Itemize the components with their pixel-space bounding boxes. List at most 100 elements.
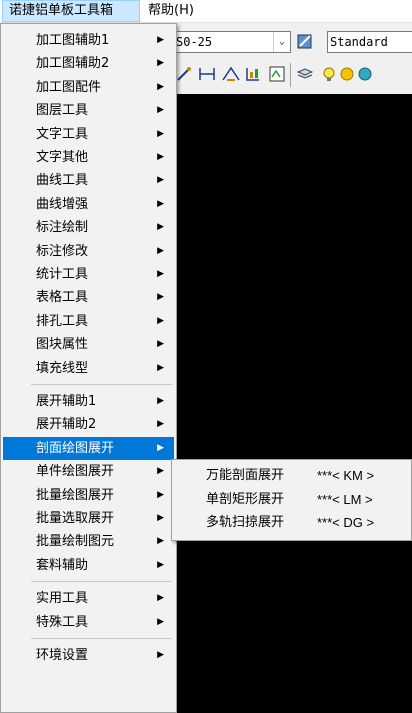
submenu-arrow-icon: ▶: [157, 513, 164, 523]
menu-separator: [31, 581, 172, 583]
light-bulb-icon[interactable]: [319, 65, 339, 85]
menu-item[interactable]: 单件绘图展开 ▶: [3, 460, 174, 483]
submenu-item[interactable]: 单剖矩形展开 ***< LM >: [174, 488, 409, 511]
menu-item-label: 加工图配件: [36, 79, 102, 95]
menu-item[interactable]: 排孔工具 ▶: [3, 310, 174, 333]
menu-item[interactable]: 环境设置 ▶: [3, 644, 174, 667]
submenu-arrow-icon: ▶: [157, 128, 164, 139]
menu-item-label: 曲线增强: [36, 196, 89, 212]
menu-item-label: 实用工具: [36, 591, 89, 607]
menu-item-label: 图层工具: [36, 103, 89, 119]
toolbar-area: S0-25 ⌄ Standard: [173, 23, 412, 94]
menu-item[interactable]: 加工图配件 ▶: [3, 76, 174, 99]
menu-item[interactable]: 剖面绘图展开 ▶: [3, 436, 174, 460]
submenu-arrow-icon: ▶: [157, 593, 164, 604]
submenu-arrow-icon: ▶: [157, 292, 164, 303]
menubar-help[interactable]: 帮助(H): [142, 0, 208, 22]
submenu-arrow-icon: ▶: [157, 175, 164, 186]
submenu-arrow-icon: ▶: [157, 396, 164, 406]
submenu-arrow-icon: ▶: [157, 650, 164, 660]
menu-item-label: 表格工具: [36, 290, 89, 306]
menu-item[interactable]: 展开辅助2 ▶: [3, 413, 174, 436]
menu-item[interactable]: 特殊工具 ▶: [3, 611, 174, 634]
submenu-arrow-icon: ▶: [157, 198, 164, 209]
menu-item[interactable]: 套料辅助 ▶: [3, 554, 174, 577]
main-dropdown-menu: 加工图辅助1 ▶ 加工图辅助2 ▶ 加工图配件 ▶ 图层工具 ▶ 文字工具 ▶ 文字其他 ▶ 曲线工具 ▶…: [0, 23, 177, 713]
submenu-arrow-icon: ▶: [157, 559, 164, 570]
menu-separator: [31, 384, 172, 385]
sun-icon[interactable]: [337, 65, 357, 85]
menu-item-label: 批量选取展开: [36, 511, 115, 526]
submenu-arrow-icon: ▶: [157, 489, 164, 500]
dim-linear-icon[interactable]: [197, 65, 217, 85]
chevron-down-icon[interactable]: ⌄: [273, 32, 290, 52]
dimstyle-combo[interactable]: S0-25 ⌄: [173, 31, 291, 53]
menu-separator: [31, 638, 172, 639]
textstyle-value: Standard: [330, 35, 388, 49]
submenu-item-label: 单剖矩形展开: [206, 491, 285, 507]
menu-item-label: 剖面绘图展开: [36, 440, 115, 456]
menu-item[interactable]: 图块属性 ▶: [3, 333, 174, 356]
menu-item-label: 环境设置: [36, 648, 89, 663]
menu-item[interactable]: 展开辅助1 ▶: [3, 390, 174, 413]
menu-item[interactable]: 曲线增强 ▶: [3, 193, 174, 216]
menu-item-label: 曲线工具: [36, 173, 89, 189]
menu-item-label: 套料辅助: [36, 557, 89, 573]
submenu-arrow-icon: ▶: [157, 81, 164, 92]
menu-item[interactable]: 加工图辅助2 ▶: [3, 52, 174, 75]
menu-item[interactable]: 批量绘图展开 ▶: [3, 484, 174, 507]
menu-item[interactable]: 标注修改 ▶: [3, 240, 174, 263]
menu-item-label: 统计工具: [36, 267, 89, 282]
text-style-icon[interactable]: [295, 32, 315, 52]
submenu-item[interactable]: 万能剖面展开 ***< KM >: [174, 464, 409, 487]
submenu-arrow-icon: ▶: [157, 105, 164, 116]
submenu-section-unfold: 万能剖面展开 ***< KM > 单剖矩形展开 ***< LM > 多轨扫掠展开 ***<…: [171, 459, 412, 541]
submenu-arrow-icon: ▶: [157, 466, 164, 477]
menu-item-label: 展开辅助1: [36, 394, 97, 409]
menu-item[interactable]: 填充线型 ▶: [3, 357, 174, 380]
submenu-arrow-icon: ▶: [157, 339, 164, 350]
submenu-arrow-icon: ▶: [157, 222, 164, 233]
submenu-item-shortcut: ***< KM >: [317, 468, 375, 483]
submenu-item-label: 多轨扫掠展开: [206, 515, 285, 530]
menu-item[interactable]: 曲线工具 ▶: [3, 169, 174, 192]
menu-item[interactable]: 实用工具 ▶: [3, 587, 174, 610]
submenu-arrow-icon: ▶: [157, 362, 164, 373]
submenu-item-shortcut: ***< LM >: [317, 491, 373, 507]
menu-item[interactable]: 统计工具 ▶: [3, 263, 174, 286]
menu-item[interactable]: 批量绘制图元 ▶: [3, 530, 174, 553]
submenu-item-shortcut: ***< DG >: [317, 515, 375, 530]
menu-item[interactable]: 文字工具 ▶: [3, 123, 174, 146]
color-icon[interactable]: [355, 65, 375, 85]
menu-item-label: 特殊工具: [36, 614, 89, 630]
submenu-item[interactable]: 多轨扫掠展开 ***< DG >: [174, 511, 409, 534]
submenu-arrow-icon: ▶: [157, 245, 164, 256]
submenu-arrow-icon: ▶: [157, 152, 164, 162]
menu-item-label: 加工图辅助1: [36, 33, 110, 48]
menu-item[interactable]: 文字其他 ▶: [3, 146, 174, 169]
dimstyle-value: S0-25: [176, 35, 213, 49]
menu-item[interactable]: 图层工具 ▶: [3, 99, 174, 122]
dim-aligned-icon[interactable]: [175, 65, 195, 85]
menu-item[interactable]: 表格工具 ▶: [3, 286, 174, 309]
menu-item[interactable]: 批量选取展开 ▶: [3, 507, 174, 530]
submenu-arrow-icon: ▶: [157, 442, 164, 453]
menu-item-label: 文字其他: [36, 150, 89, 165]
submenu-arrow-icon: ▶: [157, 58, 164, 69]
textstyle-combo[interactable]: Standard: [327, 31, 412, 53]
menu-item[interactable]: 标注绘制 ▶: [3, 216, 174, 239]
menu-item-label: 图块属性: [36, 337, 89, 353]
menu-item-label: 标注修改: [36, 243, 89, 259]
menubar-toolbox[interactable]: 诺捷铝单板工具箱: [2, 0, 140, 22]
submenu-item-label: 万能剖面展开: [206, 468, 285, 483]
dim-edit-icon[interactable]: [267, 65, 287, 85]
menu-item-label: 批量绘图展开: [36, 487, 115, 503]
submenu-arrow-icon: ▶: [157, 536, 164, 547]
submenu-arrow-icon: ▶: [157, 35, 164, 45]
menu-item[interactable]: 加工图辅助1 ▶: [3, 29, 174, 52]
dim-baseline-icon[interactable]: [243, 65, 263, 85]
menu-bar: 诺捷铝单板工具箱 帮助(H): [0, 0, 412, 23]
layers-icon[interactable]: [295, 65, 315, 85]
menu-item-label: 加工图辅助2: [36, 56, 110, 72]
dim-angle-icon[interactable]: [221, 65, 241, 85]
